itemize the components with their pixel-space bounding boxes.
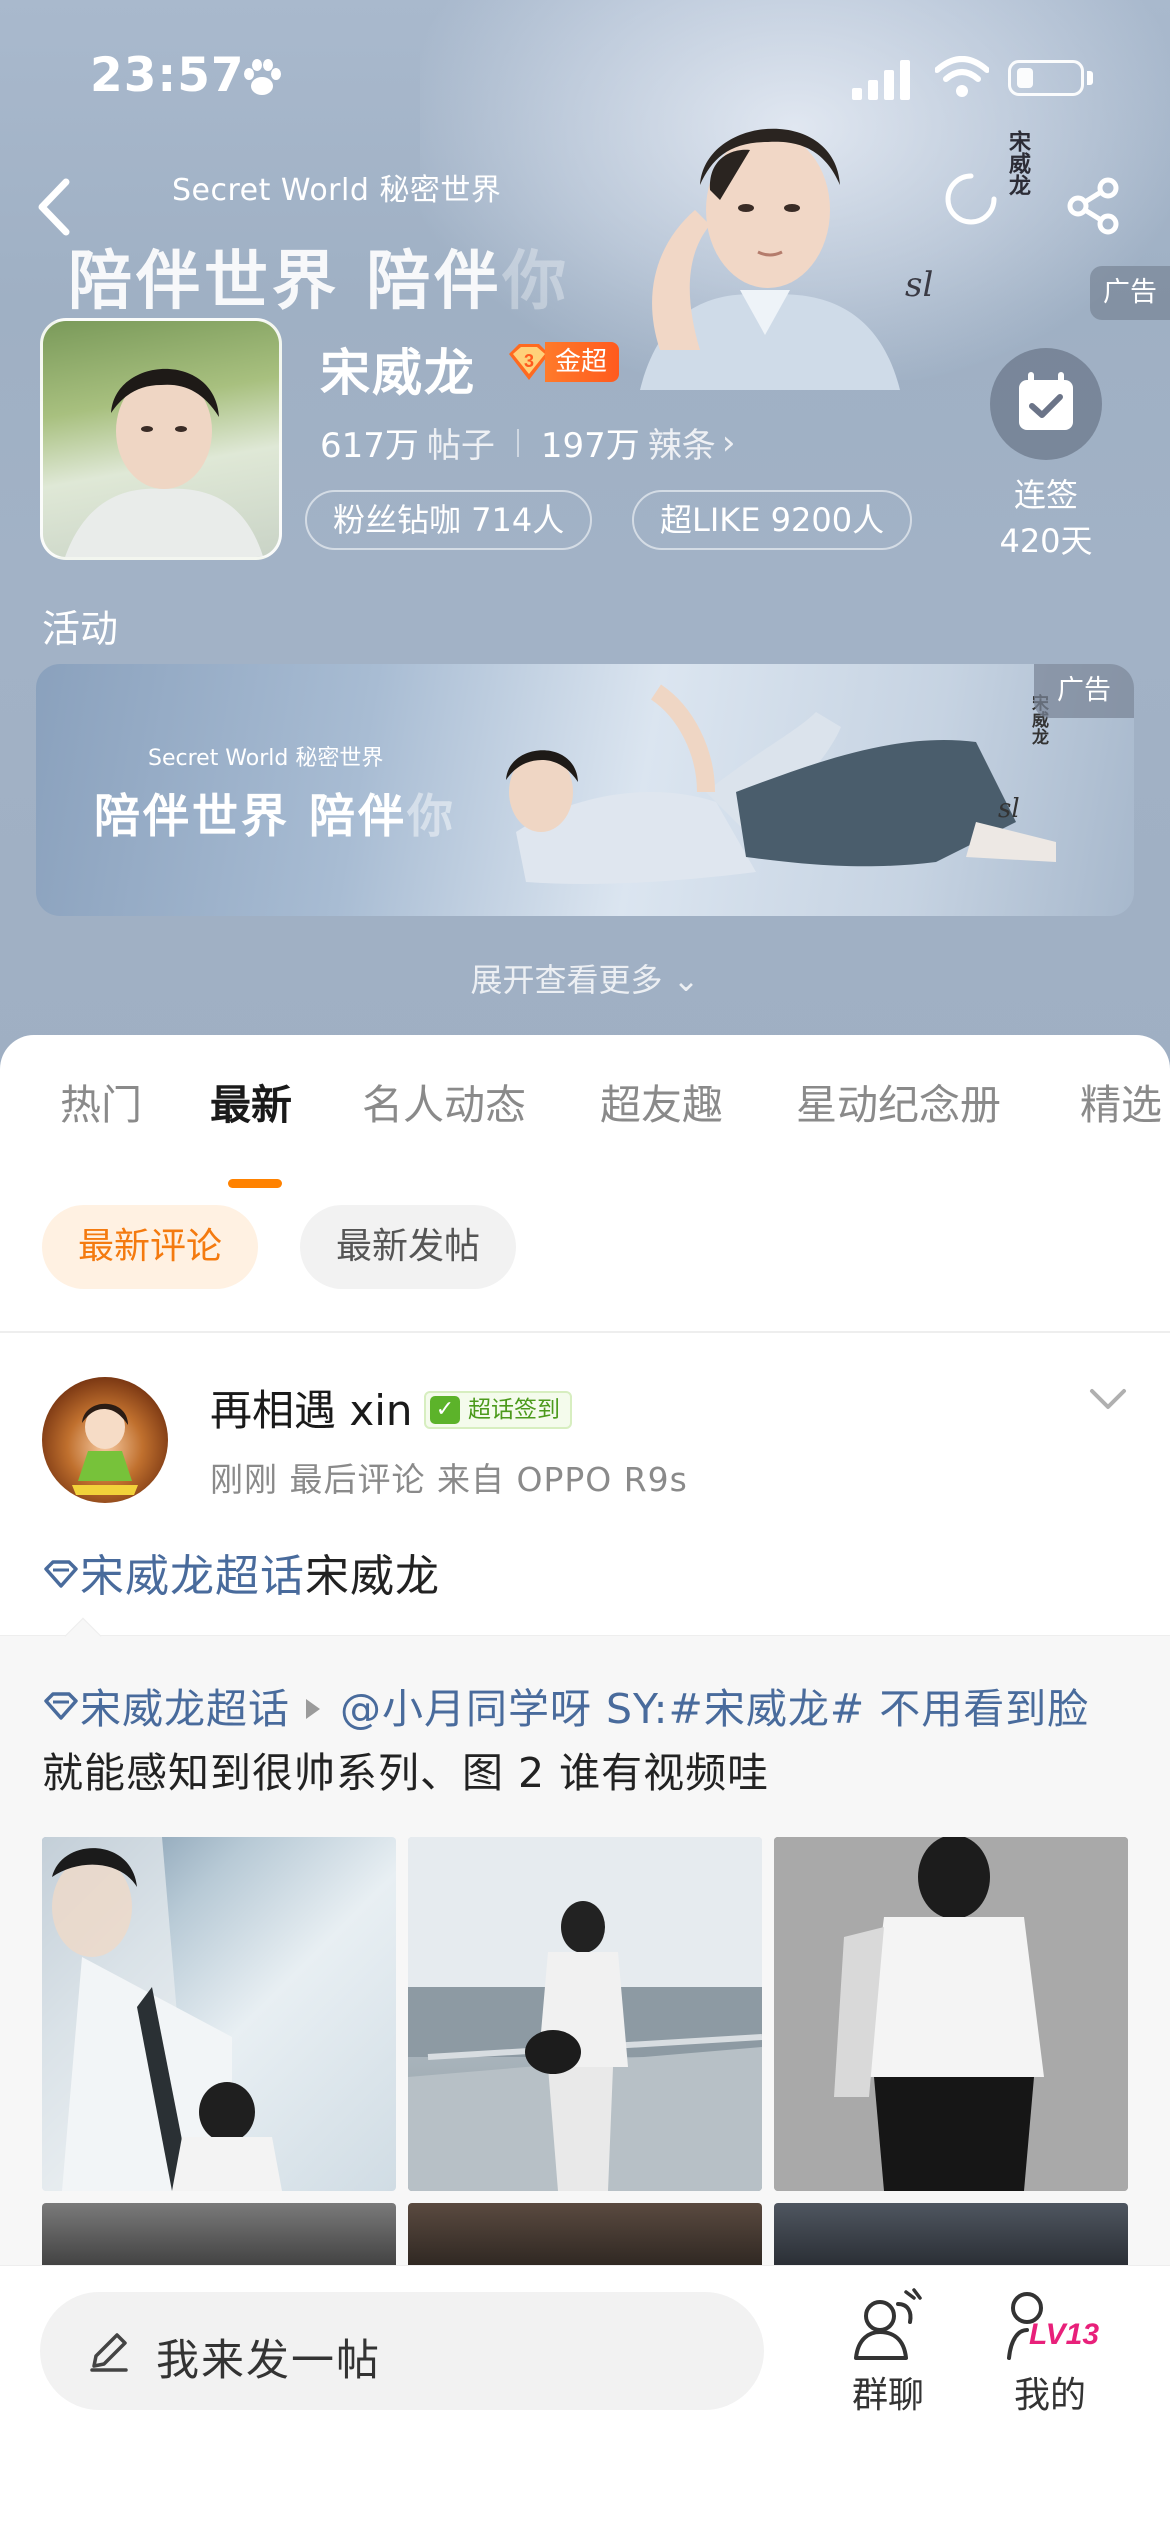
compose-placeholder: 我来发一帖 xyxy=(156,2336,381,2386)
play-triangle-icon xyxy=(306,1699,320,1719)
filter-latest-comments[interactable]: 最新评论 xyxy=(42,1205,259,1289)
super-topic-header: 宋威龙 sl 23:57 Secret World 秘密世界 陪伴世界 陪伴你 … xyxy=(0,0,1170,1080)
avatar-portrait xyxy=(65,368,264,557)
header-ad-tag[interactable]: 广告 xyxy=(1090,266,1170,320)
post-image-2[interactable] xyxy=(408,1837,762,2191)
topic-avatar[interactable] xyxy=(40,318,282,560)
group-chat-icon[interactable] xyxy=(848,2286,928,2366)
wifi-icon xyxy=(935,56,989,97)
battery-icon xyxy=(1008,60,1084,96)
diamond-topic-icon xyxy=(44,1560,78,1588)
post-image-4[interactable] xyxy=(42,2203,396,2273)
checkin-days: 420天 xyxy=(999,522,1093,560)
tab-super-fun[interactable]: 超友趣 xyxy=(600,1071,723,1131)
tab-latest[interactable]: 最新 xyxy=(210,1071,292,1131)
svg-text:3: 3 xyxy=(524,351,534,371)
spicy-label[interactable]: 辣条 xyxy=(648,418,716,467)
loading-ring-icon xyxy=(945,173,997,225)
quoted-line-1: 宋威龙超话 @小月同学呀 SY:#宋威龙# 不用看到脸 xyxy=(42,1675,1089,1735)
quoted-text-first-line: @小月同学呀 SY:#宋威龙# 不用看到脸 xyxy=(340,1685,1090,1733)
header-slogan: 陪伴世界 陪伴你 xyxy=(68,245,571,319)
checkin-calendar-icon xyxy=(1019,372,1073,430)
hero-signature: 宋威龙 xyxy=(1005,130,1030,196)
feed-tabs: 热门 最新 名人动态 超友趣 星动纪念册 精选 xyxy=(0,1071,1170,1188)
tab-active-indicator xyxy=(228,1179,282,1188)
checkin-button[interactable] xyxy=(990,348,1102,460)
banner-brand-line: Secret World 秘密世界 xyxy=(148,746,384,771)
tab-hot[interactable]: 热门 xyxy=(60,1071,142,1131)
activity-banner[interactable]: Secret World 秘密世界 陪伴世界 陪伴你 宋威龙 sl 广告 xyxy=(36,664,1134,916)
post-topic-link[interactable]: 宋威龙超话 xyxy=(80,1551,305,1602)
post-meta: 刚刚 最后评论 来自 OPPO R9s xyxy=(210,1460,688,1499)
spicy-chevron-icon[interactable]: › xyxy=(722,423,736,463)
banner-slogan: 陪伴世界 陪伴你 xyxy=(94,789,457,843)
chevron-down-icon[interactable] xyxy=(1088,1385,1128,1415)
level-badge-text: LV13 xyxy=(1029,2318,1099,2351)
post-image-1[interactable] xyxy=(42,1837,396,2191)
tab-star-album[interactable]: 星动纪念册 xyxy=(796,1071,1001,1131)
pen-icon xyxy=(90,2333,128,2372)
hero-handwriting: sl xyxy=(905,265,934,305)
tab-celebrity-news[interactable]: 名人动态 xyxy=(362,1071,526,1131)
banner-reclining-figure xyxy=(506,684,1056,884)
check-icon: ✓ xyxy=(430,1396,460,1424)
status-time: 23:57 xyxy=(90,48,245,103)
battery-cap xyxy=(1087,71,1093,85)
activity-title: 活动 xyxy=(42,607,119,651)
stats-separator xyxy=(516,428,519,457)
avatar-child-figure xyxy=(72,1403,138,1495)
level-badge[interactable]: 3 金超 xyxy=(505,338,620,386)
posts-count: 617万 xyxy=(320,426,419,466)
topic-name: 宋威龙 xyxy=(320,344,476,402)
post-body: 宋威龙超话宋威龙 xyxy=(42,1540,440,1604)
tab-featured[interactable]: 精选 xyxy=(1080,1071,1162,1131)
status-bar: 23:57 xyxy=(0,0,1170,150)
spicy-count[interactable]: 197万 xyxy=(541,418,640,467)
checkin-label: 连签 xyxy=(1013,476,1078,514)
banner-ad-tag[interactable]: 广告 xyxy=(1034,664,1134,718)
super-like-pill[interactable]: 超LIKE 9200人 xyxy=(632,490,913,550)
header-brand-line: Secret World 秘密世界 xyxy=(172,173,502,208)
diamond-topic-icon xyxy=(44,1692,78,1720)
section-divider xyxy=(0,1331,1170,1333)
paw-icon xyxy=(244,59,281,95)
bottom-bar: 我来发一帖 群聊 LV13 我的 xyxy=(0,2265,1170,2532)
app-screen: 宋威龙 sl 23:57 Secret World 秘密世界 陪伴世界 陪伴你 … xyxy=(0,0,1170,2532)
share-icon[interactable] xyxy=(1064,176,1124,236)
post-image-5[interactable] xyxy=(408,2203,762,2273)
image-content-1 xyxy=(42,1837,282,2191)
expand-more-link[interactable]: 展开查看更多 ⌄ xyxy=(0,955,1170,1001)
post-text: 宋威龙 xyxy=(305,1551,440,1602)
topic-stats: 617万 帖子 197万 辣条 › xyxy=(320,418,735,467)
quoted-line-2: 就能感知到很帅系列、图 2 谁有视频哇 xyxy=(42,1749,770,1797)
nav-me-label[interactable]: 我的 xyxy=(1010,2366,1090,2418)
nav-group-chat-label[interactable]: 群聊 xyxy=(848,2366,928,2418)
post-image-3[interactable] xyxy=(774,1837,1128,2191)
posts-label: 帖子 xyxy=(426,426,495,466)
compose-post-button[interactable]: 我来发一帖 xyxy=(40,2292,764,2410)
fan-diamond-pill[interactable]: 粉丝钻咖 714人 xyxy=(305,490,593,550)
image-content-2 xyxy=(408,1837,762,2191)
sign-in-badge: ✓ 超话签到 xyxy=(424,1391,572,1429)
user-avatar[interactable] xyxy=(42,1377,168,1503)
profile-icon[interactable]: LV13 xyxy=(1005,2286,1115,2366)
banner-handwriting: sl xyxy=(998,794,1020,824)
level-badge-label: 金超 xyxy=(545,342,620,382)
image-content-3 xyxy=(774,1837,1128,2191)
post-image-6[interactable] xyxy=(774,2203,1128,2273)
quoted-topic-link[interactable]: 宋威龙超话 xyxy=(80,1685,290,1733)
filter-latest-posts[interactable]: 最新发帖 xyxy=(300,1205,517,1289)
post-username[interactable]: 再相遇 xin xyxy=(210,1377,413,1438)
signal-icon xyxy=(852,60,910,100)
